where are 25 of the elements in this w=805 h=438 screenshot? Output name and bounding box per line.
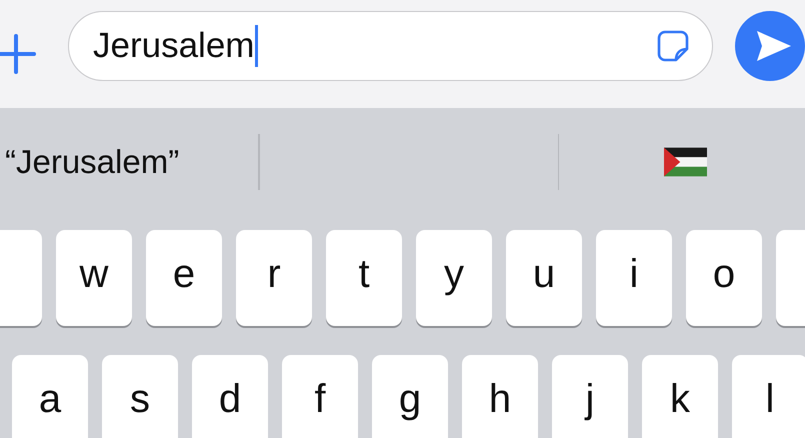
keyboard-key[interactable]: g xyxy=(372,355,448,438)
text-cursor xyxy=(255,25,258,67)
keyboard-key[interactable]: u xyxy=(506,230,582,326)
keyboard-key[interactable]: a xyxy=(12,355,88,438)
keyboard-key[interactable]: d xyxy=(192,355,268,438)
keyboard-key[interactable]: h xyxy=(462,355,538,438)
keyboard-key[interactable]: i xyxy=(596,230,672,326)
keyboard-key[interactable]: e xyxy=(146,230,222,326)
suggestion-text[interactable]: “Jerusalem” xyxy=(5,143,180,181)
add-icon[interactable] xyxy=(0,34,36,74)
keyboard-key[interactable]: k xyxy=(642,355,718,438)
keyboard-key[interactable]: f xyxy=(282,355,358,438)
send-button[interactable] xyxy=(735,11,805,81)
keyboard-key[interactable]: w xyxy=(56,230,132,326)
keyboard-key[interactable]: t xyxy=(326,230,402,326)
message-field[interactable]: Jerusalem xyxy=(68,11,713,81)
keyboard-key[interactable]: l xyxy=(732,355,805,438)
keyboard-key[interactable]: r xyxy=(236,230,312,326)
message-text: Jerusalem xyxy=(93,26,254,66)
keyboard-key[interactable]: s xyxy=(102,355,178,438)
keyboard-key[interactable]: j xyxy=(552,355,628,438)
flag-icon[interactable] xyxy=(664,147,706,177)
keyboard-key[interactable]: y xyxy=(416,230,492,326)
keyboard-key[interactable]: o xyxy=(686,230,762,326)
sticker-icon[interactable] xyxy=(656,29,690,63)
